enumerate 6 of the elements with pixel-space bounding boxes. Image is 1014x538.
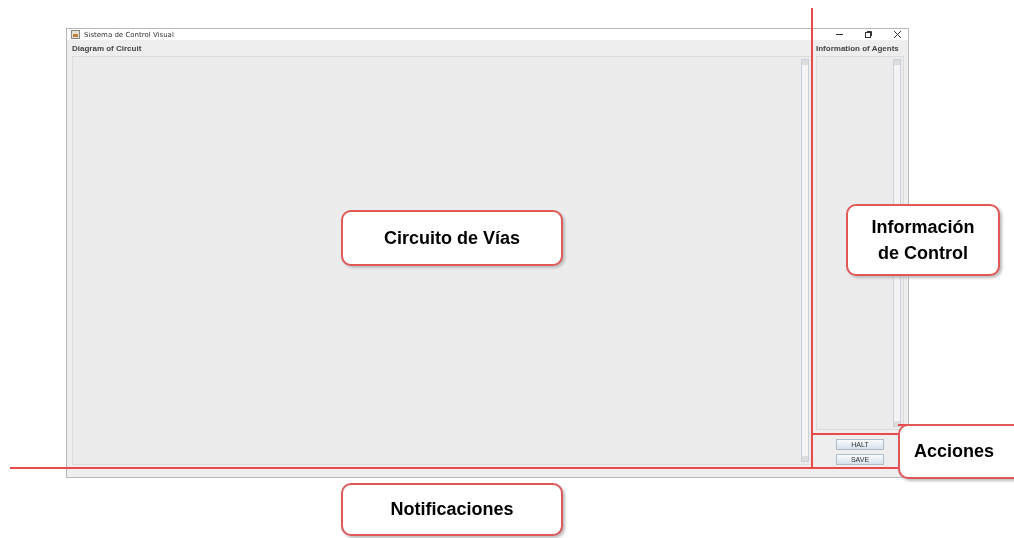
panel-label: Diagram of Circuit <box>72 44 143 53</box>
annotation-tooltip: Acciones <box>898 424 1014 479</box>
annotation-tooltip: Información de Control <box>846 204 1000 276</box>
panel-label: Information of Agents <box>816 44 900 53</box>
annotation-tooltip: Notificaciones <box>341 483 563 536</box>
annotation-tooltip: Circuito de Vías <box>341 210 563 266</box>
